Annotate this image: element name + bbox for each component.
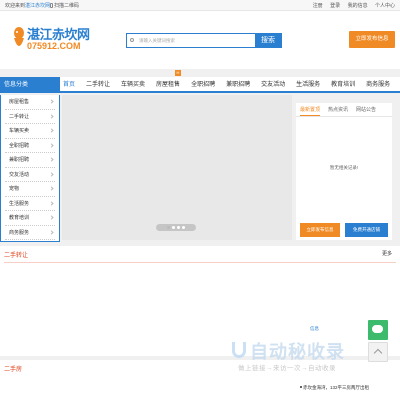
sidebar-item-secondhand[interactable]: 二手转让 <box>5 110 55 124</box>
more-link[interactable]: 更多 <box>382 250 392 257</box>
mobile-label: 扫描二维码 <box>54 3 80 9</box>
slider-dot[interactable] <box>182 226 185 229</box>
register-link[interactable]: 注册 <box>313 3 323 9</box>
sidebar-item-label: 交友活动 <box>9 171 30 178</box>
sidebar-item-label: 兼职招聘 <box>9 157 30 163</box>
nav-item-education[interactable]: 教育培训 <box>331 77 355 93</box>
chevron-right-icon <box>49 142 54 148</box>
sidebar-item-life-services[interactable]: 生活服务 <box>5 197 55 211</box>
chevron-right-icon <box>49 171 54 177</box>
nav-item-vehicles[interactable]: 车辆买卖 <box>121 77 145 93</box>
sidebar-item-parttime-jobs[interactable]: 兼职招聘 <box>5 153 55 168</box>
search-input[interactable]: 请输入关键词搜索 <box>127 34 257 47</box>
bullet-icon <box>300 386 302 388</box>
slider-dot[interactable] <box>172 226 175 229</box>
arrow-up-icon <box>373 348 383 358</box>
welcome-site-link[interactable]: 湛江赤坎网 <box>25 3 50 9</box>
nav-item-parttime-jobs[interactable]: 兼职招聘 <box>226 77 250 93</box>
chevron-right-icon <box>49 99 54 104</box>
sidebar-item-label: 车辆买卖 <box>9 128 30 134</box>
section-title: 二手转让 <box>4 253 29 259</box>
sidebar-item-vehicles[interactable]: 车辆买卖 <box>5 124 55 139</box>
info-tabs: 最新置顶 热点资讯 网站公告 <box>296 103 392 117</box>
search-bar: 请输入关键词搜索 搜索 <box>126 33 282 48</box>
tab-latest-top[interactable]: 最新置顶 <box>300 103 321 116</box>
search-icon <box>130 38 134 42</box>
chat-icon <box>372 325 383 333</box>
chevron-right-icon <box>49 157 54 162</box>
section-divider <box>4 262 396 263</box>
back-to-top-button[interactable] <box>368 342 388 362</box>
info-panel: 最新置顶 热点资讯 网站公告 暂无相关记录! 立即发布信息 免费开通店铺 <box>296 103 392 240</box>
search-placeholder: 请输入关键词搜索 <box>139 38 175 43</box>
main-nav: 信息分类 首页 二手转让 车辆买卖 房屋租售 全职招聘 兼职招聘 交友活动 生活… <box>0 77 400 93</box>
sidebar-item-label: 全职招聘 <box>9 142 30 149</box>
sidebar-item-social[interactable]: 交友活动 <box>5 168 55 182</box>
nav-item-secondhand[interactable]: 二手转让 <box>86 77 110 93</box>
slider-pagination <box>156 224 196 231</box>
listing-title: 赤坎金海湾，132平三房两厅出租 <box>303 385 370 390</box>
empty-message: 暂无相关记录! <box>329 165 359 170</box>
chevron-right-icon <box>49 186 54 191</box>
sidebar-item-fulltime-jobs[interactable]: 全职招聘 <box>5 139 55 153</box>
sidebar-item-business[interactable]: 商务服务 <box>5 226 55 240</box>
logo-domain: 075912.COM <box>27 41 81 51</box>
welcome-text: 欢迎来到湛江赤坎网 <box>5 2 50 9</box>
sidebar-item-label: 商务服务 <box>9 229 30 236</box>
sidebar-item-label: 宠物 <box>9 186 20 192</box>
login-link[interactable]: 登录 <box>330 3 340 9</box>
post-info-button-secondary[interactable]: 立即发布信息 <box>300 223 340 237</box>
sidebar-item-label: 生活服务 <box>9 200 30 207</box>
nav-item-social[interactable]: 交友活动 <box>261 77 285 93</box>
nav-items: 首页 二手转让 车辆买卖 房屋租售 全职招聘 兼职招聘 交友活动 生活服务 教育… <box>63 77 400 93</box>
sidebar-item-housing[interactable]: 房屋租售 <box>5 95 55 110</box>
chevron-right-icon <box>49 215 54 220</box>
chevron-right-icon <box>49 128 54 133</box>
chevron-right-icon <box>49 229 54 235</box>
chevron-right-icon <box>49 113 54 119</box>
phone-icon <box>50 3 53 8</box>
category-sidebar: 房屋租售 二手转让 车辆买卖 全职招聘 兼职招聘 交友活动 宠物 生活服务 教育… <box>0 95 60 242</box>
section-secondhand: 二手转让 更多 信息 <box>0 246 400 356</box>
mobile-qr-link[interactable]: 扫描二维码 <box>50 2 79 9</box>
section-secondhand-housing: 二手房 <box>0 360 400 400</box>
sidebar-item-label: 教育培训 <box>9 215 30 221</box>
account-links: 注册 登录 我的信息 个人中心 <box>307 2 395 9</box>
nav-item-housing[interactable]: 房屋租售 <box>156 77 180 93</box>
nav-item-life-services[interactable]: 生活服务 <box>296 77 320 93</box>
section-label: 信息 <box>310 326 319 331</box>
wechat-button[interactable] <box>368 320 388 340</box>
nav-item-fulltime-jobs[interactable]: 全职招聘 <box>191 77 215 93</box>
listing-item[interactable]: 赤坎金海湾，132平三房两厅出租 <box>300 385 369 391</box>
hot-badge: H <box>175 70 181 76</box>
mascot-icon <box>14 27 24 46</box>
tab-announcements[interactable]: 网站公告 <box>356 103 376 116</box>
banner-slider[interactable] <box>62 95 292 240</box>
site-logo[interactable]: 湛江赤坎网 075912.COM <box>12 24 90 60</box>
search-button[interactable]: 搜索 <box>255 34 281 47</box>
chevron-right-icon <box>49 200 54 206</box>
slider-dot[interactable] <box>167 226 170 229</box>
slider-dot[interactable] <box>177 226 180 229</box>
sidebar-item-label: 房屋租售 <box>9 99 30 105</box>
post-info-button[interactable]: 立即发布信息 <box>349 31 395 48</box>
user-center-link[interactable]: 个人中心 <box>375 3 395 9</box>
nav-item-home[interactable]: 首页 <box>63 77 75 93</box>
welcome-prefix: 欢迎来到 <box>5 3 26 9</box>
nav-item-business[interactable]: 商务服务 <box>366 77 390 93</box>
sidebar-item-pets[interactable]: 宠物 <box>5 182 55 197</box>
header: 湛江赤坎网 075912.COM 请输入关键词搜索 搜索 立即发布信息 <box>0 11 400 69</box>
section-title: 二手房 <box>4 367 23 373</box>
floating-toolbar <box>368 320 394 364</box>
top-bar: 欢迎来到湛江赤坎网 扫描二维码 注册 登录 我的信息 个人中心 <box>0 0 400 11</box>
my-info-link[interactable]: 我的信息 <box>348 3 368 9</box>
sidebar-item-label: 二手转让 <box>9 113 30 120</box>
tab-hot-news[interactable]: 热点资讯 <box>328 103 348 116</box>
open-store-button[interactable]: 免费开通店铺 <box>345 223 388 237</box>
category-header: 信息分类 <box>0 77 60 93</box>
sidebar-item-education[interactable]: 教育培训 <box>5 211 55 226</box>
